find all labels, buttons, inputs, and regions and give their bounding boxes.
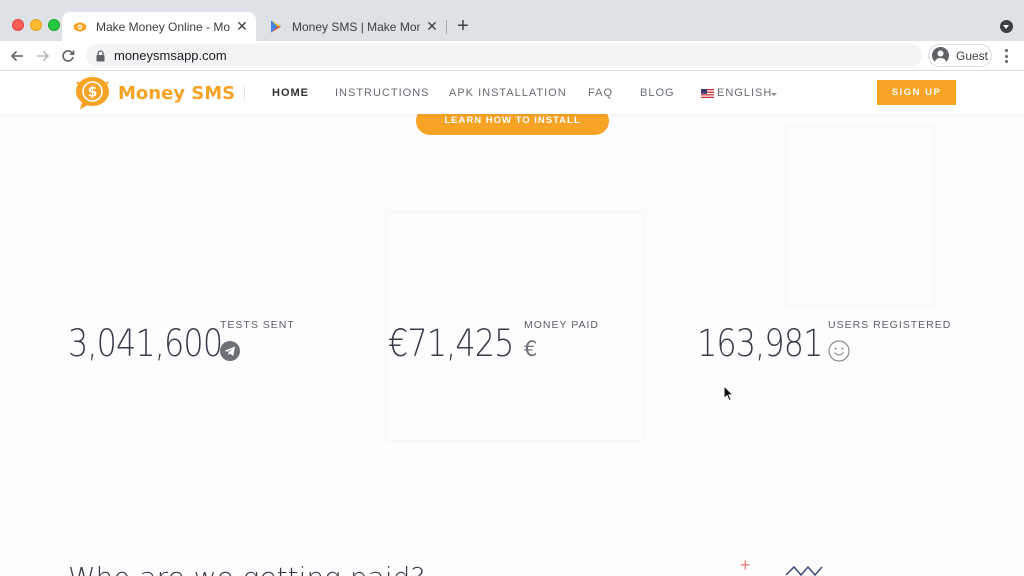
money-paid-label: MONEY PAID — [524, 319, 599, 331]
mouse-cursor-icon — [723, 385, 735, 402]
language-selector[interactable]: ENGLISH — [717, 87, 772, 99]
nav-instructions[interactable]: INSTRUCTIONS — [335, 87, 430, 99]
money-paid-value: €71,425 — [388, 322, 514, 365]
tab-make-money-online[interactable]: Make Money Online - Money SMS ✕ — [62, 12, 256, 41]
users-registered-value: 163,981 — [697, 322, 823, 365]
maximize-window-button[interactable] — [48, 19, 60, 31]
tab-money-sms[interactable]: Money SMS | Make Money Online ✕ — [258, 12, 446, 41]
site-logo[interactable]: $ Money SMS — [74, 75, 235, 111]
logo-text: Money SMS — [118, 82, 236, 104]
nav-blog[interactable]: BLOG — [640, 87, 675, 99]
tab-search-icon[interactable] — [1000, 20, 1013, 33]
smiley-icon — [828, 340, 850, 362]
svg-text:$: $ — [88, 85, 98, 101]
tests-sent-label: TESTS SENT — [220, 319, 295, 331]
minimize-window-button[interactable] — [30, 19, 42, 31]
browser-titlebar: Make Money Online - Money SMS ✕ Money SM… — [0, 0, 1024, 41]
nav-home[interactable]: HOME — [272, 87, 309, 99]
url-text: moneysmsapp.com — [114, 48, 227, 63]
profile-label: Guest — [956, 48, 989, 63]
header-divider — [244, 85, 245, 101]
browser-menu-icon[interactable] — [1004, 49, 1008, 63]
new-tab-plus-icon[interactable]: + — [454, 16, 472, 36]
browser-toolbar: moneysmsapp.com Guest — [0, 41, 1024, 71]
close-tab-icon[interactable]: ✕ — [424, 18, 440, 35]
profile-button[interactable]: Guest — [928, 44, 992, 67]
faded-background-illustration — [785, 126, 935, 306]
reload-icon[interactable] — [59, 47, 77, 65]
nav-faq[interactable]: FAQ — [588, 87, 613, 99]
plus-decoration-icon: + — [740, 555, 751, 575]
money-bubble-logo-icon: $ — [76, 75, 109, 110]
users-registered-label: USERS REGISTERED — [828, 319, 952, 331]
site-header: $ Money SMS HOME INSTRUCTIONS APK INSTAL… — [0, 71, 1024, 114]
zigzag-decoration-icon — [785, 565, 823, 576]
play-store-favicon-icon — [268, 19, 284, 35]
tab-separator — [446, 20, 447, 34]
tab-title: Money SMS | Make Money Online — [292, 19, 420, 34]
avatar-icon — [932, 47, 949, 64]
us-flag-icon — [701, 89, 714, 98]
lock-icon[interactable] — [96, 49, 105, 67]
address-bar[interactable]: moneysmsapp.com — [86, 44, 922, 67]
telegram-icon — [220, 341, 240, 361]
forward-arrow-icon[interactable] — [34, 47, 52, 65]
back-arrow-icon[interactable] — [8, 47, 26, 65]
eye-favicon-icon — [72, 19, 88, 35]
tests-sent-value: 3,041,600 — [68, 322, 223, 365]
page-content: LEARN HOW TO INSTALL $ Money SMS HOME IN… — [0, 71, 1024, 576]
sign-up-button[interactable]: SIGN UP — [877, 80, 956, 105]
close-tab-icon[interactable]: ✕ — [234, 18, 250, 35]
euro-icon: € — [524, 337, 538, 361]
tab-title: Make Money Online - Money SMS — [96, 19, 230, 34]
nav-apk-installation[interactable]: APK INSTALLATION — [449, 87, 567, 99]
close-window-button[interactable] — [12, 19, 24, 31]
section-heading: Who are we getting paid? — [68, 561, 425, 576]
chevron-down-icon[interactable] — [771, 93, 777, 96]
